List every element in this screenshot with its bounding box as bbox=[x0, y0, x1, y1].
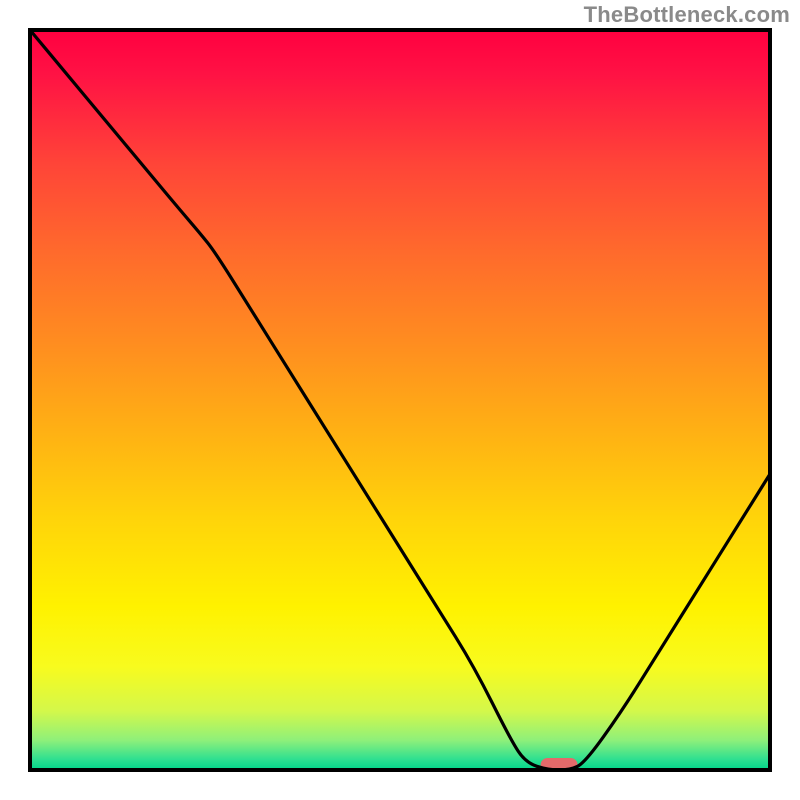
chart-background-gradient bbox=[30, 30, 770, 770]
chart-container: TheBottleneck.com bbox=[0, 0, 800, 800]
watermark-text: TheBottleneck.com bbox=[584, 2, 790, 28]
bottleneck-chart bbox=[0, 0, 800, 800]
